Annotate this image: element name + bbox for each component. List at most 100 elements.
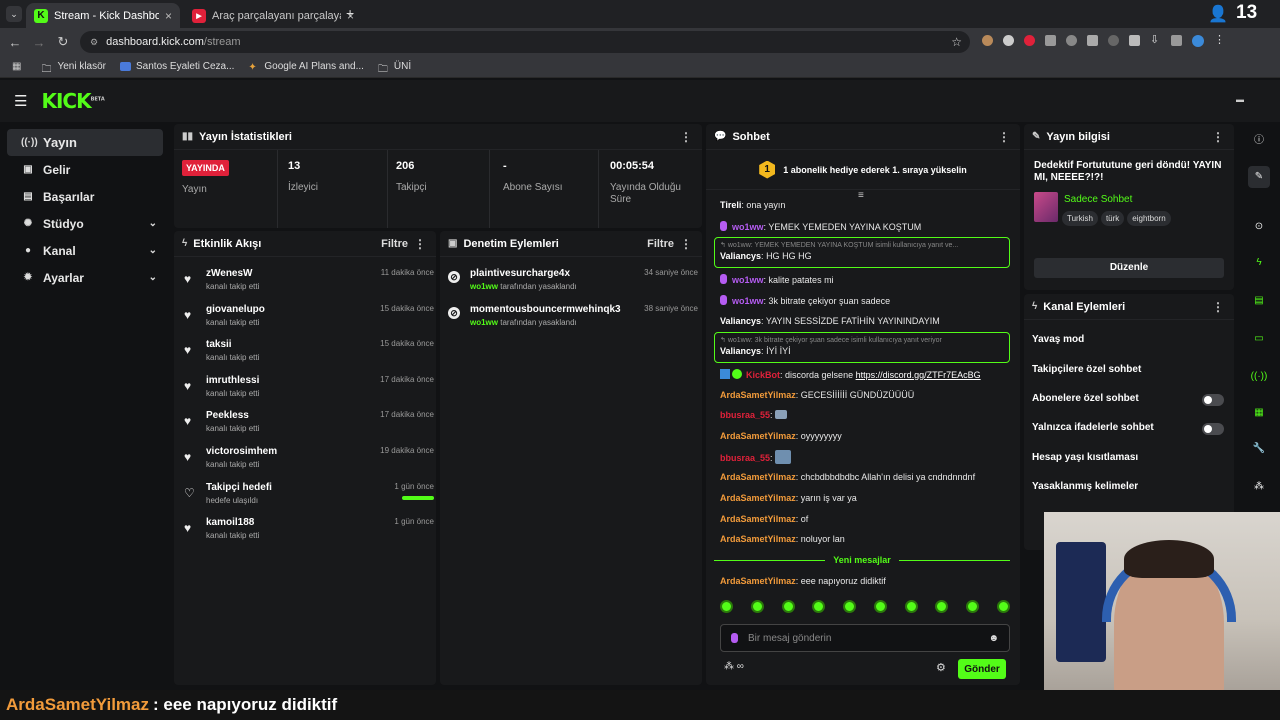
- edit-stream-button[interactable]: Düzenle: [1034, 258, 1224, 278]
- bookmark-link[interactable]: Santos Eyaleti Ceza...: [120, 61, 234, 72]
- camera-icon[interactable]: ⊙: [1248, 216, 1270, 238]
- puzzle-icon[interactable]: [1129, 35, 1140, 46]
- extension-icon[interactable]: [1045, 35, 1056, 46]
- sidebar-item-yayin[interactable]: ((·)) Yayın: [7, 129, 163, 156]
- more-options-icon[interactable]: ⋮: [1212, 130, 1224, 144]
- extension-icon[interactable]: [1024, 35, 1035, 46]
- sidebar-item-ayarlar[interactable]: ✹ Ayarlar ⌄: [7, 264, 163, 291]
- extension-icon[interactable]: [1171, 35, 1182, 46]
- activity-user[interactable]: imruthlessi: [206, 375, 259, 386]
- channel-action-followers-only[interactable]: Takipçilere özel sohbet›: [1032, 364, 1222, 375]
- emote-button[interactable]: [873, 600, 887, 613]
- channel-action-slow-mode[interactable]: Yavaş mod›: [1032, 334, 1222, 345]
- chat-username[interactable]: bbusraa_55: [720, 453, 770, 463]
- new-messages-divider[interactable]: Yeni mesajlar: [714, 554, 1011, 566]
- emoji-picker-icon[interactable]: ☻: [988, 633, 999, 644]
- sidebar-item-studyo[interactable]: ✺ Stüdyo ⌄: [7, 210, 163, 237]
- activity-user[interactable]: giovanelupo: [206, 304, 265, 315]
- chat-username[interactable]: ArdaSametYilmaz: [720, 493, 796, 503]
- activity-user[interactable]: kamoil188: [206, 517, 254, 528]
- new-tab-icon[interactable]: +: [346, 5, 354, 21]
- tag-pill[interactable]: türk: [1100, 211, 1125, 226]
- more-options-icon[interactable]: ⋮: [680, 237, 692, 251]
- bookmark-star-icon[interactable]: ☆: [951, 35, 962, 49]
- chat-username[interactable]: wo1ww: [732, 296, 764, 306]
- tag-pill[interactable]: Turkish: [1062, 211, 1098, 226]
- browser-menu-icon[interactable]: ⋮: [1214, 35, 1225, 46]
- chat-settings-icon[interactable]: ⚙: [936, 661, 946, 674]
- emote-button[interactable]: [966, 600, 980, 613]
- chat-username[interactable]: ArdaSametYilmaz: [720, 576, 796, 586]
- pencil-icon[interactable]: ✎: [1248, 166, 1270, 188]
- subscribers-only-toggle[interactable]: [1202, 394, 1224, 406]
- back-icon[interactable]: ←: [3, 35, 27, 50]
- chat-username[interactable]: Valiancys: [720, 316, 761, 326]
- emote-button[interactable]: [812, 600, 826, 613]
- activity-user[interactable]: taksii: [206, 339, 232, 350]
- document-icon[interactable]: ▤: [1248, 290, 1270, 312]
- filter-button[interactable]: Filtre: [647, 238, 674, 250]
- chat-bubble-icon[interactable]: ▭: [1248, 328, 1270, 350]
- lightning-icon[interactable]: ϟ: [1248, 252, 1270, 274]
- channel-action-account-age[interactable]: Hesap yaşı kısıtlaması›: [1032, 452, 1222, 463]
- activity-user[interactable]: zWenesW: [206, 268, 253, 279]
- browser-tab-kick[interactable]: K Stream - Kick Dashboard ×: [26, 3, 180, 28]
- chat-username[interactable]: wo1ww: [732, 222, 764, 232]
- bookmark-folder[interactable]: 🗀 ÜNİ: [378, 61, 411, 75]
- site-info-icon[interactable]: ⚙: [90, 37, 98, 48]
- chat-username[interactable]: Tireli: [720, 200, 741, 210]
- moderation-user[interactable]: plaintivesurcharge4x: [470, 268, 570, 279]
- close-tab-icon[interactable]: ×: [165, 9, 172, 23]
- more-options-icon[interactable]: ⋮: [998, 130, 1010, 144]
- chat-username[interactable]: bbusraa_55: [720, 410, 770, 420]
- activity-user[interactable]: Peekless: [206, 410, 249, 421]
- reload-icon[interactable]: ↻: [51, 34, 75, 50]
- download-icon[interactable]: ⇩: [1150, 35, 1161, 46]
- extension-icon[interactable]: [1108, 35, 1119, 46]
- bookmark-link[interactable]: ✦ Google AI Plans and...: [248, 61, 364, 73]
- chat-username[interactable]: ArdaSametYilmaz: [720, 390, 796, 400]
- kick-logo[interactable]: KICKBETA: [41, 89, 104, 113]
- chat-username[interactable]: Valiancys: [720, 346, 761, 356]
- emote-button[interactable]: [904, 600, 918, 613]
- apps-icon[interactable]: ⁂: [1248, 476, 1270, 498]
- chat-username[interactable]: KickBot: [746, 370, 780, 380]
- hamburger-menu-icon[interactable]: ☰: [14, 92, 27, 110]
- emote-button[interactable]: [935, 600, 949, 613]
- url-field[interactable]: ⚙ dashboard.kick.com /stream ☆: [80, 31, 970, 53]
- sidebar-item-kanal[interactable]: ● Kanal ⌄: [7, 237, 163, 264]
- points-icon[interactable]: ⁂ ∞: [724, 661, 744, 672]
- bookmark-folder[interactable]: 🗀 Yeni klasör: [41, 61, 106, 75]
- emote-button[interactable]: [720, 600, 733, 613]
- emote-button[interactable]: [996, 600, 1010, 613]
- forward-icon[interactable]: →: [27, 35, 51, 50]
- info-icon[interactable]: ⓘ: [1248, 130, 1270, 152]
- filter-button[interactable]: Filtre: [381, 238, 408, 250]
- layout-icon[interactable]: ▦: [1248, 402, 1270, 424]
- chat-input[interactable]: Bir mesaj gönderin ☻: [720, 624, 1010, 652]
- moderator-name[interactable]: wo1ww: [470, 318, 498, 327]
- extension-icon[interactable]: [1003, 35, 1014, 46]
- chat-username[interactable]: wo1ww: [732, 275, 764, 285]
- chat-link[interactable]: https://discord.gg/ZTFr7EAcBG: [856, 370, 981, 380]
- channel-action-banned-words[interactable]: Yasaklanmış kelimeler›: [1032, 481, 1222, 492]
- emotes-only-toggle[interactable]: [1202, 423, 1224, 435]
- user-avatar[interactable]: ▬: [1236, 95, 1250, 105]
- emote-button[interactable]: [750, 600, 764, 613]
- more-options-icon[interactable]: ⋮: [680, 130, 692, 144]
- moderator-name[interactable]: wo1ww: [470, 282, 498, 291]
- more-options-icon[interactable]: ⋮: [414, 237, 426, 251]
- emote-button[interactable]: [781, 600, 795, 613]
- chat-username[interactable]: ArdaSametYilmaz: [720, 534, 796, 544]
- wrench-icon[interactable]: 🔧: [1248, 438, 1270, 460]
- browser-tab-youtube[interactable]: ▶ Araç parçalayanı parçalayan ba ×: [184, 3, 362, 28]
- shield-icon[interactable]: [1087, 35, 1098, 46]
- chat-username[interactable]: ArdaSametYilmaz: [720, 472, 796, 482]
- extension-icon[interactable]: [1066, 35, 1077, 46]
- profile-avatar[interactable]: [1192, 35, 1204, 47]
- activity-user[interactable]: victorosimhem: [206, 446, 277, 457]
- tab-list-icon[interactable]: ⌄: [6, 6, 22, 22]
- extension-icon[interactable]: [982, 35, 993, 46]
- send-button[interactable]: Gönder: [958, 659, 1006, 679]
- moderation-user[interactable]: momentousbouncermwehinqk3: [470, 304, 621, 315]
